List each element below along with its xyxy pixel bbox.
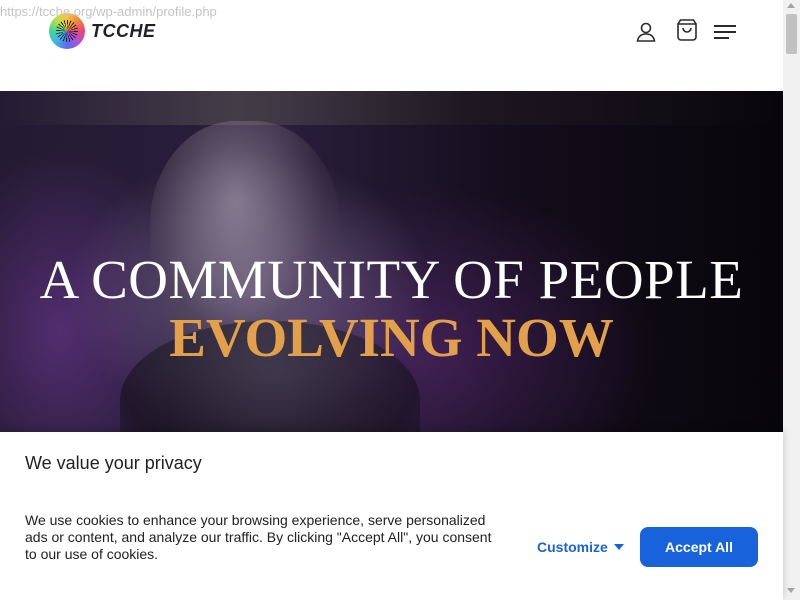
hero-heading: A COMMUNITY OF PEOPLE EVOLVING NOW (0, 251, 783, 367)
hamburger-menu-icon[interactable] (713, 20, 737, 44)
customize-button[interactable]: Customize (537, 539, 624, 555)
customize-label: Customize (537, 539, 608, 555)
cookie-banner-text: We use cookies to enhance your browsing … (25, 512, 492, 562)
hero-heading-line1: A COMMUNITY OF PEOPLE (39, 249, 744, 310)
hero-banner: A COMMUNITY OF PEOPLE EVOLVING NOW (0, 91, 783, 436)
hero-top-shade (0, 91, 783, 125)
scrollbar[interactable] (783, 0, 800, 600)
scroll-thumb[interactable] (786, 14, 797, 54)
url-tooltip: https://tcche.org/wp-admin/profile.php (0, 4, 217, 19)
user-icon[interactable] (634, 20, 658, 44)
brand-name[interactable]: TCCHE (91, 21, 156, 42)
scroll-up-arrow-icon[interactable] (787, 3, 795, 8)
hero-heading-line2: EVOLVING NOW (169, 307, 614, 368)
cookie-consent-banner: We value your privacy We use cookies to … (0, 432, 783, 600)
scroll-down-arrow-icon[interactable] (787, 588, 795, 593)
accept-all-button[interactable]: Accept All (640, 527, 758, 567)
caret-down-icon (613, 544, 624, 550)
cookie-banner-title: We value your privacy (25, 453, 202, 473)
shopping-bag-icon[interactable] (675, 18, 699, 42)
